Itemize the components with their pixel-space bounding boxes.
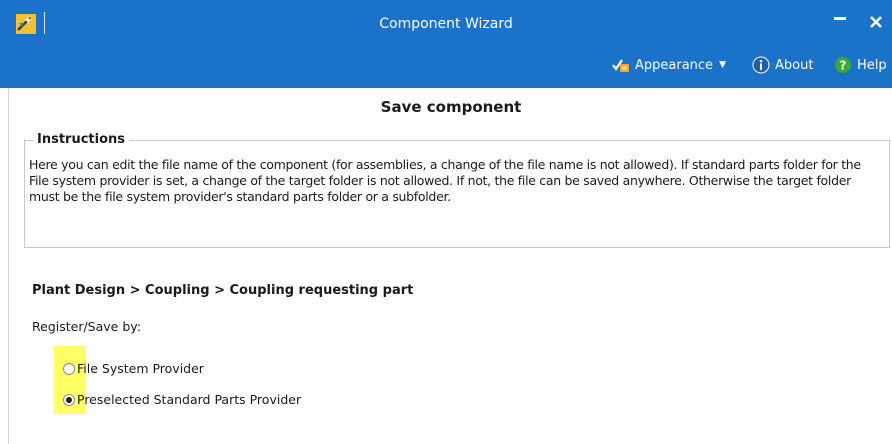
close-icon[interactable] [868, 14, 884, 30]
radio-file-system-provider[interactable] [63, 362, 75, 375]
help-icon: ? [835, 57, 851, 73]
register-save-label: Register/Save by: [32, 319, 141, 334]
chevron-down-icon: ▼ [719, 60, 726, 70]
minimize-icon[interactable] [834, 17, 846, 20]
title-bar: Component Wizard Appearance ▼ About ? He… [0, 0, 892, 88]
about-label: About [775, 57, 814, 73]
appearance-icon [612, 59, 629, 72]
appearance-label: Appearance [635, 57, 714, 73]
appearance-menu[interactable]: Appearance ▼ [612, 54, 726, 76]
instructions-text: Here you can edit the file name of the c… [29, 157, 861, 204]
toolbar: Appearance ▼ About ? Help [0, 54, 892, 76]
help-button[interactable]: ? Help [834, 54, 887, 76]
instructions-group: Instructions Here you can edit the file … [24, 132, 890, 248]
page-title: Save component [380, 98, 522, 116]
instructions-legend: Instructions [33, 132, 130, 147]
about-button[interactable]: About [752, 54, 813, 76]
svg-text:?: ? [840, 59, 847, 73]
option-preselected-standard-parts-provider[interactable]: Preselected Standard Parts Provider [63, 392, 301, 407]
option-label: Preselected Standard Parts Provider [77, 392, 302, 407]
breadcrumb: Plant Design > Coupling > Coupling reque… [32, 283, 414, 298]
option-label: File System Provider [77, 361, 204, 376]
option-file-system-provider[interactable]: File System Provider [63, 361, 204, 376]
info-icon [752, 56, 770, 74]
help-label: Help [857, 57, 887, 73]
window-title: Component Wizard [379, 16, 513, 32]
wizard-content: Save component Instructions Here you can… [8, 88, 892, 444]
radio-preselected-standard-parts-provider[interactable] [63, 393, 75, 406]
component-wizard-window: Component Wizard Appearance ▼ About ? He… [0, 0, 892, 444]
